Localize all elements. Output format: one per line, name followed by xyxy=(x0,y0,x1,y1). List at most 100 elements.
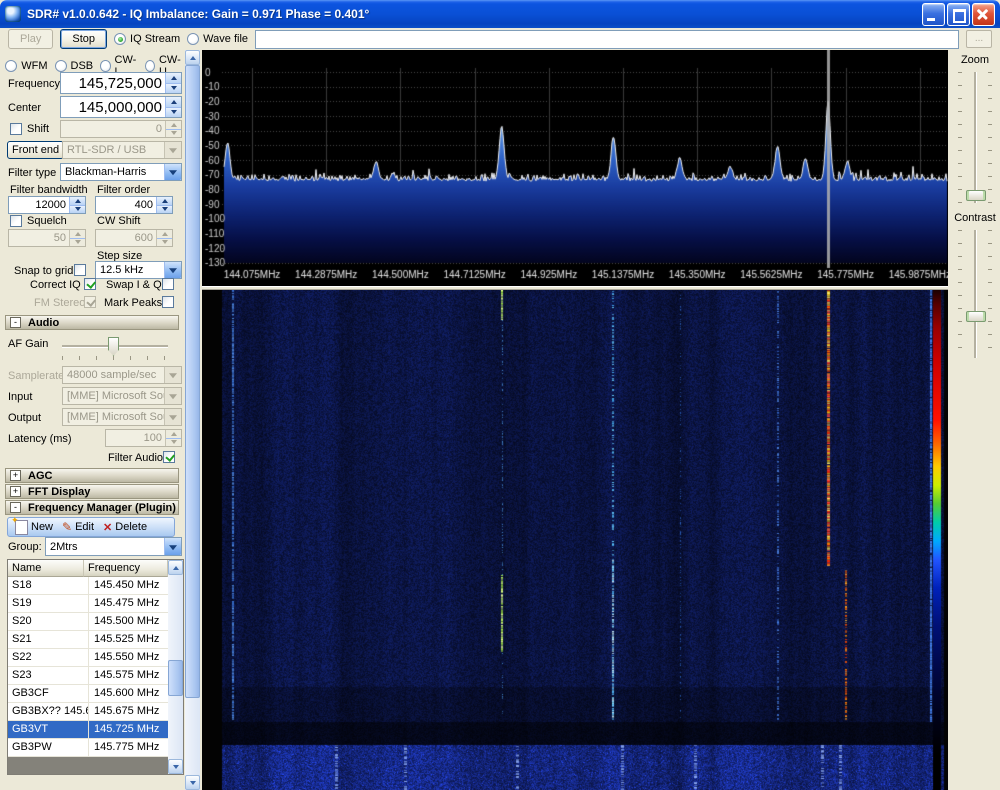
table-row[interactable]: S18 145.450 MHz xyxy=(8,577,168,595)
mode-radio-cw-l[interactable] xyxy=(100,60,111,72)
filter-bandwidth-input[interactable]: 12000 xyxy=(8,196,86,214)
samplerate-combo: 48000 sample/sec xyxy=(62,366,182,384)
latency-label: Latency (ms) xyxy=(8,433,72,445)
new-entry-button[interactable]: ✦ New xyxy=(11,515,56,535)
step-size-combo[interactable]: 12.5 kHz xyxy=(95,261,182,279)
main-toolbar: Play Stop IQ Stream Wave file ... xyxy=(0,28,1000,50)
mode-radio-wfm[interactable] xyxy=(5,60,18,72)
frequency-spinner[interactable] xyxy=(165,73,181,93)
scroll-down-button[interactable] xyxy=(185,775,200,790)
iq-stream-radio[interactable] xyxy=(114,33,127,45)
group-combo[interactable]: 2Mtrs xyxy=(45,537,182,556)
panel-scrollbar[interactable] xyxy=(185,50,200,790)
browse-button[interactable]: ... xyxy=(966,30,992,48)
snap-to-grid-checkbox[interactable] xyxy=(74,264,86,276)
combo-arrow-icon xyxy=(164,262,181,278)
expand-icon[interactable]: + xyxy=(10,470,21,481)
scroll-down-button[interactable] xyxy=(168,759,183,774)
contrast-slider[interactable] xyxy=(974,230,977,358)
stop-button[interactable]: Stop xyxy=(60,29,108,49)
restore-button[interactable] xyxy=(947,2,970,26)
center-input[interactable]: 145,000,000 xyxy=(60,96,182,118)
front-end-button[interactable]: Front end xyxy=(7,141,65,159)
snap-to-grid-label: Snap to grid xyxy=(14,265,74,277)
play-button[interactable]: Play xyxy=(8,29,54,49)
minimize-button[interactable] xyxy=(922,2,945,26)
shift-checkbox[interactable] xyxy=(10,123,22,135)
minimize-icon xyxy=(927,17,935,21)
table-row[interactable]: GB3CF 145.600 MHz xyxy=(8,685,168,703)
sdr-sharp-window: SDR# v1.0.0.642 - IQ Imbalance: Gain = 0… xyxy=(0,0,1000,790)
mark-peaks-label: Mark Peaks xyxy=(104,297,163,309)
squelch-input: 50 xyxy=(8,229,86,247)
cell-frequency: 145.600 MHz xyxy=(94,687,160,699)
table-row[interactable]: S23 145.575 MHz xyxy=(8,667,168,685)
edit-entry-button[interactable]: ✎ Edit xyxy=(59,520,97,534)
collapse-icon[interactable]: - xyxy=(10,502,21,513)
cell-name: S23 xyxy=(8,667,89,684)
table-scrollbar[interactable] xyxy=(168,560,183,774)
table-row[interactable]: S21 145.525 MHz xyxy=(8,631,168,649)
titlebar[interactable]: SDR# v1.0.0.642 - IQ Imbalance: Gain = 0… xyxy=(0,0,1000,28)
shift-input: 0 xyxy=(60,120,182,138)
table-row[interactable]: S19 145.475 MHz xyxy=(8,595,168,613)
correct-iq-checkbox[interactable] xyxy=(84,278,96,290)
panel-scrollbar-thumb[interactable] xyxy=(185,65,200,698)
table-row[interactable]: GB3BX?? 145.6... 145.675 MHz xyxy=(8,703,168,721)
column-header-frequency[interactable]: Frequency xyxy=(84,560,168,577)
mark-peaks-checkbox[interactable] xyxy=(162,296,174,308)
iq-stream-label: IQ Stream xyxy=(130,33,181,45)
cw-shift-input: 600 xyxy=(95,229,173,247)
contrast-slider-thumb[interactable] xyxy=(966,311,986,322)
scroll-up-button[interactable] xyxy=(168,560,183,575)
frequency-manager-section-header[interactable]: - Frequency Manager (Plugin) xyxy=(5,500,179,515)
frequency-input[interactable]: 145,725,000 xyxy=(60,72,182,94)
af-gain-label: AF Gain xyxy=(8,338,49,350)
wave-file-radio[interactable] xyxy=(187,33,200,45)
spectrum-analyzer-display[interactable] xyxy=(202,50,948,286)
zoom-slider[interactable] xyxy=(974,72,977,203)
collapse-icon[interactable]: - xyxy=(10,317,21,328)
mode-radio-cw-u[interactable] xyxy=(144,60,155,72)
column-header-name[interactable]: Name xyxy=(8,560,84,577)
table-row[interactable]: S22 145.550 MHz xyxy=(8,649,168,667)
table-row[interactable]: S20 145.500 MHz xyxy=(8,613,168,631)
cell-name: S18 xyxy=(8,577,89,594)
zoom-label: Zoom xyxy=(960,54,990,66)
front-end-combo: RTL-SDR / USB xyxy=(62,141,182,159)
swap-iq-checkbox[interactable] xyxy=(162,278,174,290)
cell-frequency: 145.475 MHz xyxy=(94,597,160,609)
af-gain-slider-thumb[interactable] xyxy=(108,337,119,356)
fm-stereo-label: FM Stereo xyxy=(34,297,86,309)
filter-audio-checkbox[interactable] xyxy=(163,451,175,463)
cell-name: GB3PW xyxy=(8,739,89,756)
audio-section-header[interactable]: - Audio xyxy=(5,315,179,330)
expand-icon[interactable]: + xyxy=(10,486,21,497)
wave-file-label: Wave file xyxy=(203,33,248,45)
delete-x-icon: ✕ xyxy=(103,521,113,534)
scroll-up-button[interactable] xyxy=(185,50,200,65)
squelch-label: Squelch xyxy=(27,215,67,227)
cell-name: S22 xyxy=(8,649,89,666)
agc-section-header[interactable]: + AGC xyxy=(5,468,179,483)
wave-file-path-input[interactable] xyxy=(255,29,959,49)
filter-order-input[interactable]: 400 xyxy=(95,196,173,214)
table-scrollbar-thumb[interactable] xyxy=(168,660,183,696)
table-row[interactable]: GB3PW 145.775 MHz xyxy=(8,739,168,757)
waterfall-display[interactable] xyxy=(202,290,948,790)
mode-radio-dsb[interactable] xyxy=(54,60,67,72)
cell-frequency: 145.575 MHz xyxy=(94,669,160,681)
combo-arrow-icon xyxy=(164,409,181,425)
squelch-checkbox[interactable] xyxy=(10,215,22,227)
af-gain-ticks xyxy=(62,356,169,360)
delete-entry-button[interactable]: ✕ Delete xyxy=(100,521,150,534)
fft-display-section-header[interactable]: + FFT Display xyxy=(5,484,179,499)
filter-type-combo[interactable]: Blackman-Harris xyxy=(60,163,182,181)
control-panel: WFMDSBCW-LCW-U Frequency 145,725,000 Cen… xyxy=(0,50,200,790)
mode-radio-label: DSB xyxy=(70,60,94,72)
cell-name: GB3CF xyxy=(8,685,89,702)
center-spinner[interactable] xyxy=(165,97,181,117)
zoom-slider-thumb[interactable] xyxy=(966,190,986,201)
table-row[interactable]: GB3VT 145.725 MHz xyxy=(8,721,168,739)
close-button[interactable] xyxy=(972,2,995,26)
